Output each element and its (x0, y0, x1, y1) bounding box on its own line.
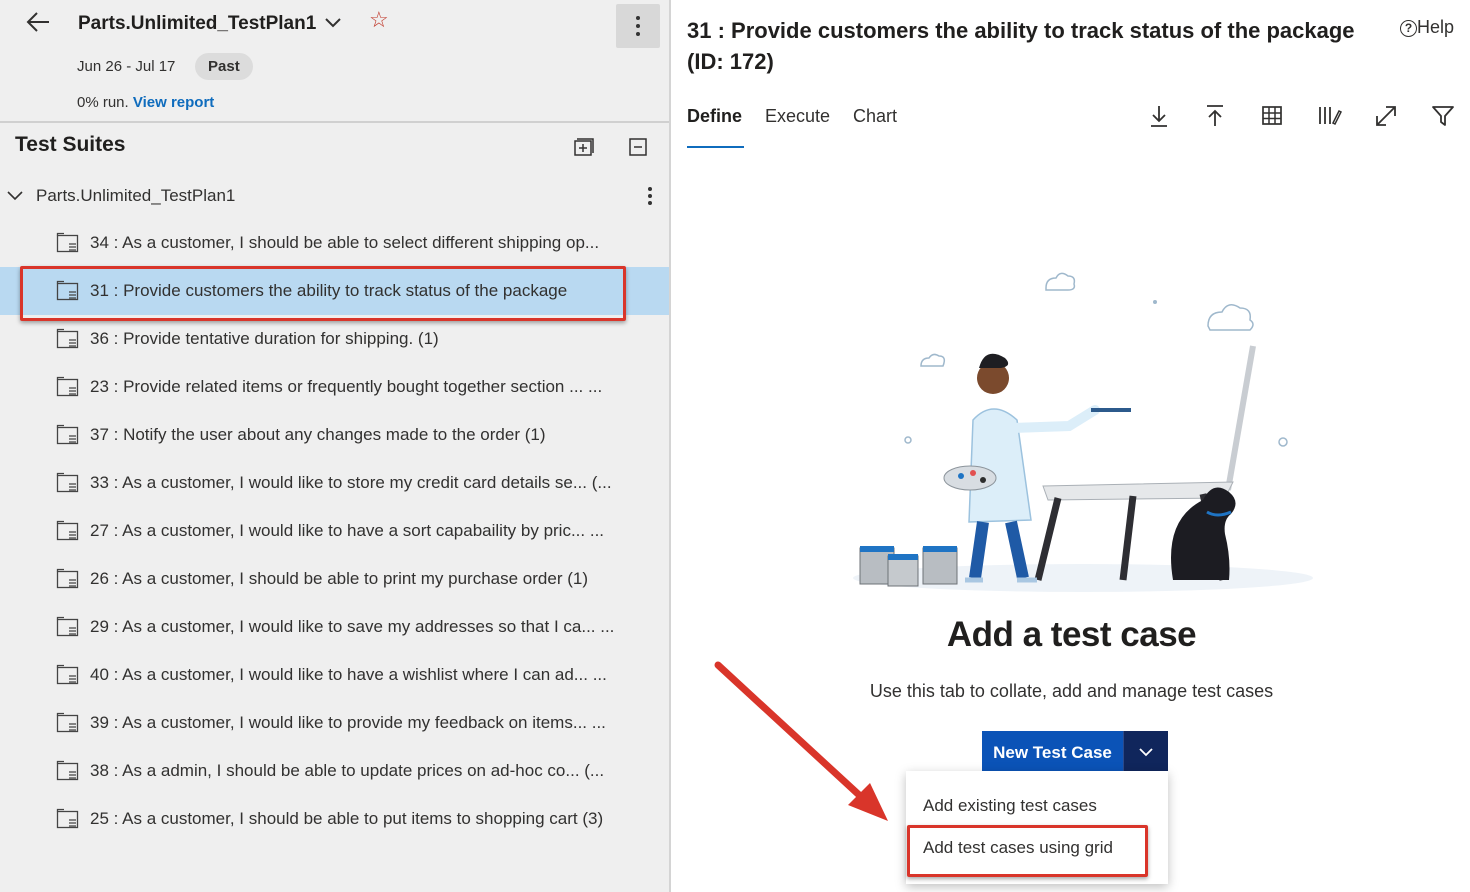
requirement-suite-icon (56, 808, 79, 829)
suite-item[interactable]: 37 : Notify the user about any changes m… (0, 411, 669, 459)
suite-item[interactable]: 39 : As a customer, I would like to prov… (0, 699, 669, 747)
suite-item-label: 38 : As a admin, I should be able to upd… (90, 761, 605, 780)
suite-root-row[interactable]: Parts.Unlimited_TestPlan1 (0, 178, 669, 214)
more-options-icon[interactable] (644, 184, 656, 208)
requirement-suite-icon (56, 664, 79, 685)
new-test-case-dropdown-button[interactable] (1123, 731, 1168, 774)
filter-icon[interactable] (1430, 103, 1456, 129)
suite-item-label: 29 : As a customer, I would like to save… (90, 617, 615, 636)
requirement-suite-icon (56, 520, 79, 541)
grid-icon[interactable] (1259, 103, 1285, 129)
fullscreen-icon[interactable] (1373, 103, 1399, 129)
requirement-suite-icon (56, 568, 79, 589)
run-text: 0% run. (77, 94, 129, 111)
suite-item[interactable]: 40 : As a customer, I would like to have… (0, 651, 669, 699)
requirement-suite-icon (56, 616, 79, 637)
help-label: Help (1417, 17, 1455, 37)
suite-root-label: Parts.Unlimited_TestPlan1 (36, 186, 236, 205)
suite-item-label: 26 : As a customer, I should be able to … (90, 569, 588, 588)
suite-item-label: 37 : Notify the user about any changes m… (90, 425, 546, 444)
suite-item-label: 34 : As a customer, I should be able to … (90, 233, 600, 252)
empty-state-title: Add a test case (946, 615, 1197, 654)
suite-item[interactable]: 34 : As a customer, I should be able to … (0, 219, 669, 267)
empty-state-subtitle: Use this tab to collate, add and manage … (869, 681, 1274, 701)
suite-item-label: 27 : As a customer, I would like to have… (90, 521, 605, 540)
requirement-suite-icon (56, 712, 79, 733)
requirement-suite-icon (56, 472, 79, 493)
new-test-case-split-button[interactable]: New Test Case (982, 731, 1168, 774)
download-icon[interactable] (1146, 103, 1172, 129)
suite-item[interactable]: 25 : As a customer, I should be able to … (0, 795, 669, 843)
highlight-annotation-selected-suite (20, 266, 626, 321)
suite-item[interactable]: 38 : As a admin, I should be able to upd… (0, 747, 669, 795)
requirement-suite-icon (56, 424, 79, 445)
suite-item[interactable]: 23 : Provide related items or frequently… (0, 363, 669, 411)
left-pane: Parts.Unlimited_TestPlan1 ☆ Jun 26 - Jul… (0, 0, 671, 892)
suite-item[interactable]: 33 : As a customer, I would like to stor… (0, 459, 669, 507)
suite-item-label: 33 : As a customer, I would like to stor… (90, 473, 612, 492)
plan-title[interactable]: Parts.Unlimited_TestPlan1 (78, 13, 316, 35)
chevron-down-icon[interactable] (322, 12, 344, 34)
highlight-annotation-grid-option (907, 825, 1148, 877)
right-pane: 31 : Provide customers the ability to tr… (673, 0, 1470, 892)
suite-item[interactable]: 27 : As a customer, I would like to have… (0, 507, 669, 555)
tab-chart[interactable]: Chart (853, 106, 897, 127)
menu-item-add-existing[interactable]: Add existing test cases (923, 796, 1097, 816)
work-item-title: 31 : Provide customers the ability to tr… (687, 18, 1355, 74)
chevron-down-icon (1139, 748, 1153, 757)
suite-item-label: 25 : As a customer, I should be able to … (90, 809, 604, 828)
plan-dates: Jun 26 - Jul 17 (77, 58, 176, 75)
collapse-all-icon[interactable] (628, 137, 648, 157)
requirement-suite-icon (56, 232, 79, 253)
view-report-link[interactable]: View report (133, 94, 214, 111)
empty-state-illustration (853, 272, 1313, 592)
requirement-suite-icon (56, 376, 79, 397)
suite-item-label: 36 : Provide tentative duration for ship… (90, 329, 439, 348)
expand-all-icon[interactable] (572, 136, 594, 158)
tab-execute[interactable]: Execute (765, 106, 830, 127)
suite-item[interactable]: 26 : As a customer, I should be able to … (0, 555, 669, 603)
suite-item-label: 23 : Provide related items or frequently… (90, 377, 603, 396)
suite-item-label: 39 : As a customer, I would like to prov… (90, 713, 606, 732)
status-badge: Past (195, 53, 253, 80)
suite-item[interactable]: 29 : As a customer, I would like to save… (0, 603, 669, 651)
requirement-suite-icon (56, 760, 79, 781)
back-arrow-icon[interactable] (24, 8, 54, 36)
plan-header: Parts.Unlimited_TestPlan1 ☆ Jun 26 - Jul… (0, 0, 669, 123)
requirement-suite-icon (56, 328, 79, 349)
help-link[interactable]: ? Help (1400, 17, 1454, 38)
column-options-icon[interactable] (1316, 103, 1342, 129)
favorite-star-icon[interactable]: ☆ (369, 9, 389, 31)
active-tab-indicator (687, 146, 744, 148)
more-options-button[interactable] (616, 4, 660, 48)
suite-item[interactable]: 36 : Provide tentative duration for ship… (0, 315, 669, 363)
new-test-case-button[interactable]: New Test Case (982, 731, 1123, 774)
help-icon: ? (1400, 20, 1417, 37)
test-suites-heading: Test Suites (15, 133, 126, 156)
upload-icon[interactable] (1202, 103, 1228, 129)
run-summary: 0% run. View report (77, 94, 214, 111)
chevron-down-icon[interactable] (6, 187, 24, 205)
tab-define[interactable]: Define (687, 106, 742, 127)
suite-item-label: 40 : As a customer, I would like to have… (90, 665, 607, 684)
